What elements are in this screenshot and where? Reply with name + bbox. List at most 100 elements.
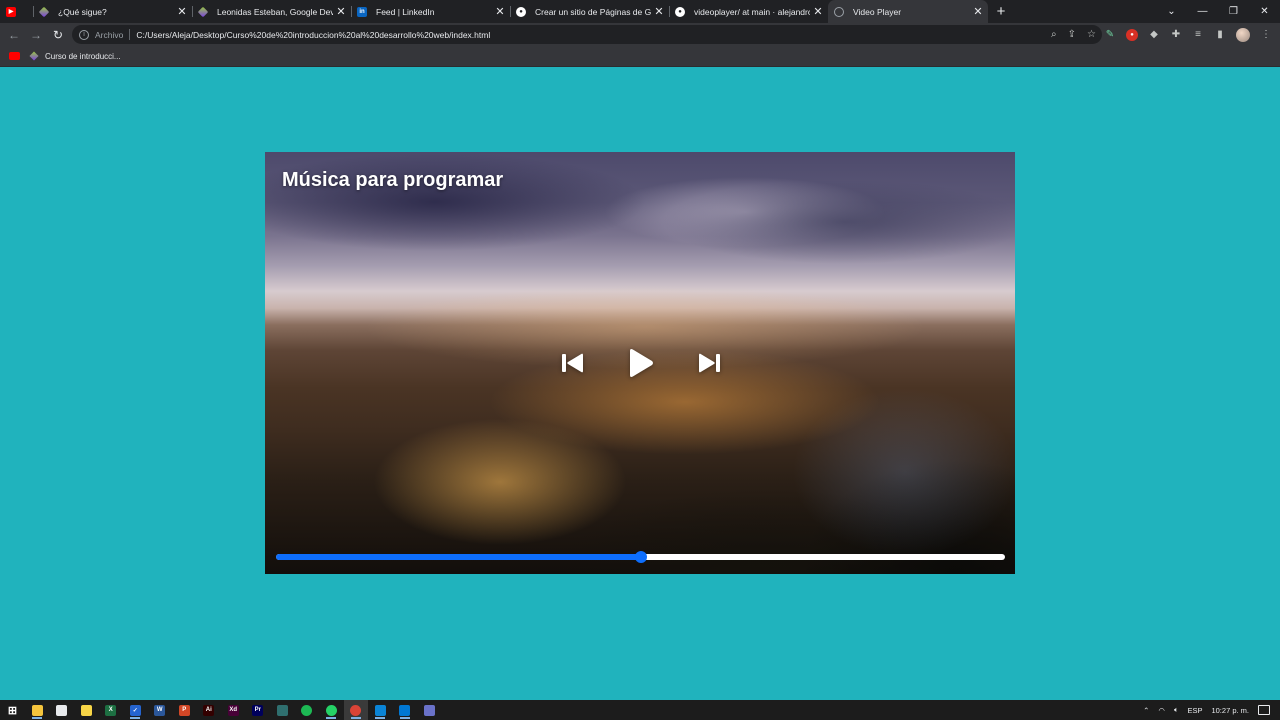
taskbar-todo-button[interactable]: ✓ — [123, 700, 148, 720]
premiere-icon: Pr — [252, 704, 264, 716]
security-icon — [423, 704, 435, 716]
taskbar-spotify-button[interactable] — [295, 700, 320, 720]
taskbar-illustrator-button[interactable]: Ai — [197, 700, 222, 720]
tab-title: Leonidas Esteban, Google Develo — [217, 6, 333, 17]
taskbar-excel-button[interactable]: X — [99, 700, 124, 720]
clock[interactable]: 10:27 p. m. — [1211, 706, 1249, 715]
extension-icon[interactable]: ✎ — [1104, 29, 1116, 41]
tab-github-repo[interactable]: ● videoplayer/ at main · alejandrog ✕ — [669, 0, 828, 23]
extensions-area: ✎ ● ◆ ✚ ≡ ▮ ⋮ — [1104, 23, 1272, 46]
tab-github-pages[interactable]: ● Crear un sitio de Páginas de GitH ✕ — [510, 0, 669, 23]
play-button[interactable] — [628, 348, 654, 378]
zoom-icon[interactable]: ⌕ — [1051, 29, 1057, 40]
puzzle-icon[interactable]: ✚ — [1170, 29, 1182, 41]
taskbar-app-button[interactable] — [270, 700, 295, 720]
github-icon: ● — [675, 6, 685, 17]
wifi-icon[interactable]: ◠ — [1158, 706, 1165, 715]
share-icon[interactable]: ⇪ — [1068, 29, 1076, 40]
profile-avatar[interactable] — [1236, 27, 1250, 42]
close-window-icon[interactable]: ✕ — [1249, 0, 1280, 23]
extension-red-icon[interactable]: ● — [1126, 28, 1138, 41]
mail-icon — [374, 704, 386, 716]
taskbar-vscode-button[interactable] — [393, 700, 418, 720]
youtube-icon: ▶ — [6, 6, 16, 17]
excel-icon: X — [105, 704, 117, 716]
close-tab-icon[interactable]: ✕ — [651, 5, 667, 18]
platzi-icon — [197, 6, 209, 17]
close-tab-icon[interactable]: ✕ — [810, 5, 826, 18]
forward-icon[interactable]: → — [25, 23, 47, 46]
minimize-icon[interactable]: — — [1187, 0, 1218, 23]
platzi-icon — [29, 51, 39, 61]
reload-icon[interactable]: ↻ — [47, 23, 69, 46]
tab-search-icon[interactable]: ⌄ — [1156, 0, 1187, 23]
taskbar-file-explorer-button[interactable] — [25, 700, 50, 720]
windows-start-icon: ⊞ — [7, 704, 18, 717]
windows-taskbar: ⊞ X ✓ W P Ai Xd Pr ⌃ ◠ 🔈︎ ESP 10:27 p. m. — [0, 700, 1280, 720]
todo-icon: ✓ — [129, 704, 141, 716]
youtube-icon[interactable] — [9, 52, 20, 60]
progress-slider[interactable] — [276, 551, 1005, 563]
notifications-icon[interactable] — [1258, 705, 1270, 715]
app-icon — [276, 704, 288, 716]
side-panel-icon[interactable]: ▮ — [1214, 29, 1226, 41]
language-indicator[interactable]: ESP — [1187, 706, 1202, 715]
new-tab-button[interactable]: + — [988, 0, 1014, 23]
taskbar-xd-button[interactable]: Xd — [221, 700, 246, 720]
address-bar[interactable]: i Archivo C:/Users/Aleja/Desktop/Curso%2… — [72, 25, 1102, 44]
back-icon[interactable]: ← — [3, 23, 25, 46]
volume-icon[interactable]: 🔈︎ — [1174, 705, 1179, 715]
next-button[interactable] — [697, 353, 721, 373]
playback-controls — [561, 348, 721, 378]
address-scheme-label: Archivo — [95, 29, 124, 40]
tab-youtube[interactable]: ▶ — [0, 0, 33, 23]
github-icon: ● — [516, 6, 526, 17]
reading-list-icon[interactable]: ≡ — [1192, 29, 1204, 41]
xd-icon: Xd — [227, 704, 239, 716]
word-icon: W — [154, 704, 166, 716]
tab-title: Crear un sitio de Páginas de GitH — [535, 6, 651, 17]
illustrator-icon: Ai — [203, 704, 215, 716]
browser-tab-strip: ▶ ¿Qué sigue? ✕ Leonidas Esteban, Google… — [0, 0, 1280, 23]
taskbar-security-button[interactable] — [417, 700, 442, 720]
previous-button[interactable] — [561, 353, 585, 373]
whatsapp-icon — [325, 704, 337, 716]
skip-back-icon — [562, 353, 583, 373]
taskbar-windows-start-button[interactable]: ⊞ — [0, 700, 25, 720]
menu-kebab-icon[interactable]: ⋮ — [1260, 29, 1272, 41]
file-explorer-icon — [31, 704, 43, 716]
tab-que-sigue[interactable]: ¿Qué sigue? ✕ — [33, 0, 192, 23]
taskbar-premiere-button[interactable]: Pr — [246, 700, 271, 720]
taskbar-apps: ⊞ X ✓ W P Ai Xd Pr — [0, 700, 442, 720]
vscode-icon — [399, 704, 411, 716]
tab-leonidas[interactable]: Leonidas Esteban, Google Develo ✕ — [192, 0, 351, 23]
extension-dark-icon[interactable]: ◆ — [1148, 29, 1160, 41]
info-icon[interactable]: i — [79, 29, 89, 40]
restore-icon[interactable]: ❐ — [1218, 0, 1249, 23]
tab-linkedin[interactable]: in Feed | LinkedIn ✕ — [351, 0, 510, 23]
taskbar-chrome-button[interactable] — [343, 700, 368, 720]
progress-thumb[interactable] — [634, 551, 647, 563]
close-tab-icon[interactable]: ✕ — [333, 5, 349, 18]
taskbar-whatsapp-button[interactable] — [319, 700, 344, 720]
taskbar-mail-button[interactable] — [368, 700, 393, 720]
platzi-icon — [38, 6, 50, 17]
close-tab-icon[interactable]: ✕ — [174, 5, 190, 18]
taskbar-store-button[interactable] — [50, 700, 75, 720]
address-url[interactable]: C:/Users/Aleja/Desktop/Curso%20de%20intr… — [136, 30, 490, 40]
close-tab-icon[interactable]: ✕ — [492, 5, 508, 18]
taskbar-sticky-notes-button[interactable] — [74, 700, 99, 720]
video-player[interactable]: Música para programar — [265, 152, 1015, 574]
system-tray: ⌃ ◠ 🔈︎ ESP 10:27 p. m. — [1143, 700, 1280, 720]
tab-video-player[interactable]: Video Player ✕ — [828, 0, 988, 23]
chevron-up-icon[interactable]: ⌃ — [1143, 706, 1149, 715]
bookmark-star-icon[interactable]: ☆ — [1087, 29, 1096, 40]
bookmark-label: Curso de introducci... — [45, 51, 121, 61]
bookmark-curso[interactable]: Curso de introducci... — [29, 51, 121, 61]
taskbar-word-button[interactable]: W — [148, 700, 173, 720]
bookmarks-bar: Curso de introducci... — [0, 46, 1280, 67]
powerpoint-icon: P — [178, 704, 190, 716]
taskbar-powerpoint-button[interactable]: P — [172, 700, 197, 720]
close-tab-icon[interactable]: ✕ — [970, 5, 986, 18]
play-icon — [630, 349, 653, 377]
